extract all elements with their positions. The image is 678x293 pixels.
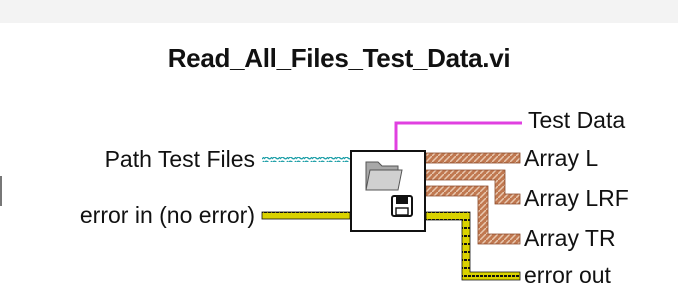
wire-error-out bbox=[425, 211, 521, 281]
wire-error-in bbox=[261, 211, 351, 220]
folder-icon bbox=[365, 161, 403, 191]
connector-pane-diagram: Read_All_Files_Test_Data.vi Path Test Fi… bbox=[0, 0, 678, 293]
vi-icon[interactable] bbox=[350, 150, 426, 232]
floppy-disk-icon bbox=[391, 195, 413, 217]
wire-path-test-files bbox=[262, 157, 350, 162]
wire-test-data bbox=[394, 121, 522, 150]
wire-array-l bbox=[425, 152, 521, 164]
vi-icon-art bbox=[365, 161, 413, 217]
wires-layer bbox=[261, 121, 522, 281]
